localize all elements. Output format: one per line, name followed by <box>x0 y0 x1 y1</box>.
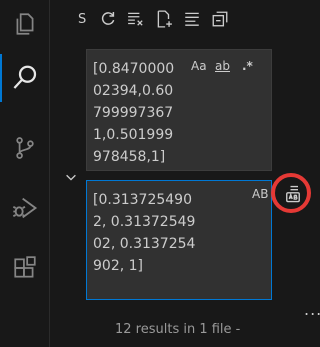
results-summary: 12 results in 1 file - <box>115 322 241 337</box>
explorer-button[interactable] <box>0 0 50 48</box>
refresh-button[interactable] <box>94 6 122 32</box>
view-as-tree-icon <box>185 12 199 26</box>
search-input[interactable]: [0.8470000 02394,0.60 799997367 1,0.5019… <box>86 49 272 171</box>
run-debug-button[interactable] <box>0 184 50 232</box>
search-toolbar: S <box>78 6 234 32</box>
refresh-icon <box>101 12 115 25</box>
source-control-button[interactable] <box>0 124 50 172</box>
replace-input[interactable]: [0.313725490 2, 0.3137254902, 0.31372549… <box>86 180 272 300</box>
source-control-icon <box>16 137 34 159</box>
run-debug-icon <box>12 197 38 219</box>
files-icon <box>16 13 34 35</box>
clear-results-icon <box>128 12 143 26</box>
clear-results-button[interactable] <box>122 6 150 32</box>
more-actions-button[interactable]: ... <box>304 300 320 319</box>
extensions-icon <box>14 256 36 278</box>
collapse-all-button[interactable] <box>206 6 234 32</box>
use-regex-toggle[interactable]: .* <box>242 56 253 76</box>
highlight-circle <box>271 173 311 213</box>
match-case-toggle[interactable]: Aa <box>191 56 207 76</box>
replace-input-value: [0.313725490 2, 0.3137254902, 0.31372549… <box>93 192 197 274</box>
extensions-button[interactable] <box>0 244 50 292</box>
search-input-value: [0.8470000 02394,0.60 799997367 1,0.5019… <box>93 61 179 165</box>
activity-bar <box>0 0 50 347</box>
preserve-case-toggle[interactable]: AB <box>252 187 268 201</box>
toggle-replace-chevron-icon[interactable] <box>64 170 78 184</box>
search-sidebar: S [0.8470000 02394,0.60 799997367 1,0.50… <box>50 0 320 347</box>
view-as-tree-button[interactable] <box>178 6 206 32</box>
search-view-button[interactable] <box>0 54 50 102</box>
new-search-editor-icon <box>157 10 172 28</box>
toolbar-s-label: S <box>78 11 87 27</box>
search-icon <box>13 65 37 89</box>
collapse-all-icon <box>212 11 228 27</box>
new-search-editor-button[interactable] <box>150 6 178 32</box>
match-whole-word-toggle[interactable]: ab <box>215 56 230 76</box>
